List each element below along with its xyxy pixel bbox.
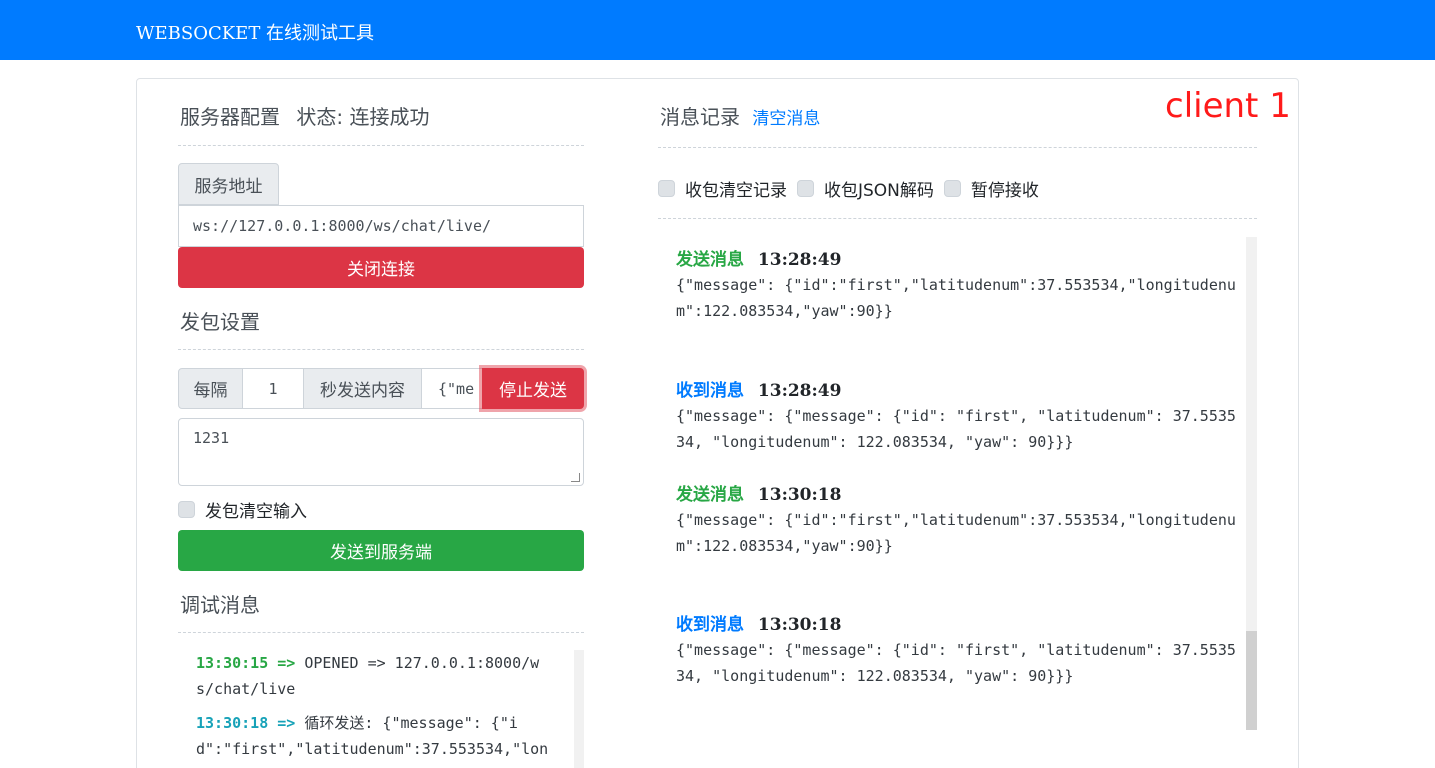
divider bbox=[178, 632, 584, 633]
log-entry-time: 13:30:18 bbox=[757, 485, 842, 505]
log-entry-sent: 发送消息 13:28:49 {"message": {"id":"first",… bbox=[676, 245, 1236, 324]
log-entry-body: {"message": {"id":"first","latitudenum":… bbox=[676, 276, 1236, 320]
close-connection-button[interactable]: 关闭连接 bbox=[178, 247, 584, 288]
log-entry-header: 收到消息 13:30:18 bbox=[676, 610, 1236, 635]
json-decode-label: 收包JSON解码 bbox=[824, 181, 934, 201]
server-address-input[interactable]: ws://127.0.0.1:8000/ws/chat/live/ bbox=[178, 205, 584, 247]
clear-messages-link[interactable]: 清空消息 bbox=[752, 109, 820, 129]
interval-prefix-label: 每隔 bbox=[178, 368, 243, 409]
send-to-server-button[interactable]: 发送到服务端 bbox=[178, 530, 584, 571]
log-entry-kind: 发送消息 bbox=[676, 485, 744, 505]
log-entry-header: 收到消息 13:28:49 bbox=[676, 376, 1236, 401]
log-entry-body: {"message": {"message": {"id": "first", … bbox=[676, 407, 1236, 451]
seconds-send-label: 秒发送内容 bbox=[303, 368, 422, 409]
message-log-scrollbar[interactable] bbox=[1246, 237, 1257, 730]
debug-time: 13:30:18 bbox=[196, 714, 269, 732]
navbar: WEBSOCKET 在线测试工具 bbox=[0, 0, 1435, 60]
send-settings-title: 发包设置 bbox=[180, 310, 260, 334]
interval-input[interactable]: 1 bbox=[242, 368, 304, 409]
log-entry-sent: 发送消息 13:30:18 {"message": {"id":"first",… bbox=[676, 480, 1236, 559]
divider bbox=[178, 145, 584, 146]
log-entry-received: 收到消息 13:28:49 {"message": {"message": {"… bbox=[676, 376, 1236, 455]
connection-status: 状态: 连接成功 bbox=[296, 105, 430, 129]
debug-scrollbar[interactable] bbox=[574, 650, 584, 768]
message-options: 收包清空记录 收包JSON解码 暂停接收 bbox=[658, 176, 1039, 201]
server-config-title: 服务器配置 状态: 连接成功 bbox=[180, 101, 429, 130]
log-entry-header: 发送消息 13:30:18 bbox=[676, 480, 1236, 505]
log-entry-time: 13:28:49 bbox=[757, 381, 842, 401]
pause-receive-checkbox[interactable] bbox=[943, 180, 961, 197]
messages-title: 消息记录 清空消息 bbox=[660, 101, 820, 130]
textarea-value: 1231 bbox=[193, 429, 230, 447]
log-entry-time: 13:28:49 bbox=[757, 250, 842, 270]
clear-input-checkbox[interactable] bbox=[178, 501, 195, 518]
send-textarea[interactable]: 1231 bbox=[178, 418, 584, 486]
server-config-label: 服务器配置 bbox=[180, 105, 280, 129]
divider bbox=[178, 349, 584, 350]
scrollbar-thumb[interactable] bbox=[1246, 631, 1257, 730]
json-decode-checkbox[interactable] bbox=[797, 180, 814, 197]
debug-time: 13:30:15 bbox=[196, 654, 269, 672]
send-content-input[interactable]: {"me bbox=[421, 368, 483, 409]
pause-receive-label: 暂停接收 bbox=[970, 181, 1039, 201]
pause-receive-option[interactable]: 暂停接收 bbox=[943, 176, 1039, 201]
debug-entry: 13:30:15 => OPENED => 127.0.0.1:8000/ws/… bbox=[196, 650, 556, 702]
stop-sending-button[interactable]: 停止发送 bbox=[482, 368, 584, 409]
debug-log[interactable]: 13:30:15 => OPENED => 127.0.0.1:8000/ws/… bbox=[180, 650, 575, 768]
debug-arrow: => bbox=[277, 654, 296, 672]
clear-on-receive-option[interactable]: 收包清空记录 bbox=[658, 176, 787, 201]
log-entry-body: {"message": {"id":"first","latitudenum":… bbox=[676, 511, 1236, 555]
clear-input-label: 发包清空输入 bbox=[205, 502, 307, 522]
divider bbox=[658, 147, 1257, 148]
clear-on-receive-checkbox[interactable] bbox=[658, 180, 675, 197]
log-entry-body: {"message": {"message": {"id": "first", … bbox=[676, 641, 1236, 685]
clear-input-option[interactable]: 发包清空输入 bbox=[178, 497, 307, 522]
log-entry-kind: 收到消息 bbox=[676, 381, 744, 401]
resize-grip-icon[interactable] bbox=[571, 473, 580, 482]
message-log[interactable]: 发送消息 13:28:49 {"message": {"id":"first",… bbox=[660, 237, 1245, 730]
debug-entry: 13:30:18 => 循环发送: {"message": {"id":"fir… bbox=[196, 710, 556, 768]
log-entry-time: 13:30:18 bbox=[757, 615, 842, 635]
json-decode-option[interactable]: 收包JSON解码 bbox=[797, 176, 934, 201]
debug-arrow: => bbox=[277, 714, 296, 732]
server-address-button[interactable]: 服务地址 bbox=[178, 163, 279, 205]
debug-title: 调试消息 bbox=[180, 593, 260, 617]
log-entry-received: 收到消息 13:30:18 {"message": {"message": {"… bbox=[676, 610, 1236, 689]
divider bbox=[658, 218, 1257, 219]
log-entry-header: 发送消息 13:28:49 bbox=[676, 245, 1236, 270]
log-entry-kind: 发送消息 bbox=[676, 250, 744, 270]
client-annotation: client 1 bbox=[1165, 86, 1291, 126]
clear-on-receive-label: 收包清空记录 bbox=[685, 181, 787, 201]
messages-label: 消息记录 bbox=[660, 105, 740, 129]
log-entry-kind: 收到消息 bbox=[676, 615, 744, 635]
brand-title[interactable]: WEBSOCKET 在线测试工具 bbox=[136, 19, 374, 45]
